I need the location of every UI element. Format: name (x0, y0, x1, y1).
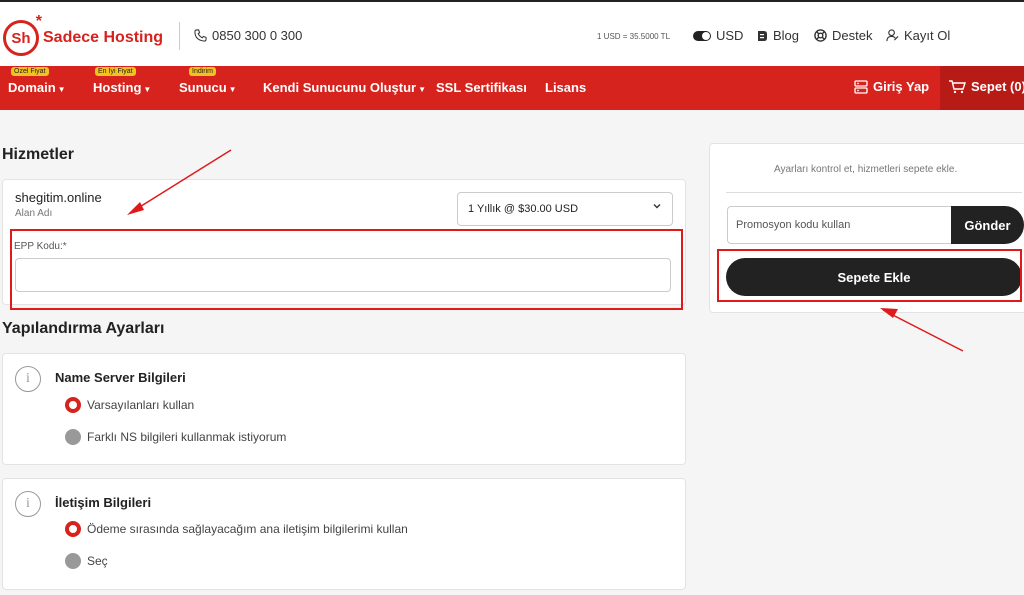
cart-label: Sepet (0) (971, 79, 1024, 94)
nav-license[interactable]: Lisans (545, 80, 586, 95)
nav-custom-server[interactable]: Kendi Sunucunu Oluştur ▼ (263, 80, 426, 95)
radio-label: Seç (87, 554, 108, 568)
caret-down-icon: ▼ (57, 85, 66, 94)
cart-icon (949, 79, 966, 93)
brand-name: Sadece Hosting (43, 29, 164, 46)
nav-domain[interactable]: Domain ▼ (8, 80, 66, 95)
cart-link[interactable]: Sepet (0) (948, 79, 1024, 94)
support-link[interactable]: Destek (814, 28, 872, 43)
nav-hosting-label: Hosting (93, 80, 142, 95)
toggle-icon (693, 30, 711, 41)
nameserver-card: i Name Server Bilgileri Varsayılanları k… (2, 353, 686, 465)
top-header: Sh * Sadece Hosting 0850 300 0 300 1 USD… (0, 0, 1024, 66)
radio-unselected-icon (65, 429, 81, 445)
currency-label: USD (716, 28, 744, 43)
nav-sunucu-label: Sunucu (179, 80, 227, 95)
caret-down-icon: ▼ (143, 85, 152, 94)
radio-choose-contact[interactable]: Seç (65, 553, 108, 569)
phone-number: 0850 300 0 300 (212, 28, 303, 43)
nav-badge-domain: Özel Fiyat (11, 67, 49, 76)
info-icon: i (15, 366, 41, 392)
phone-icon (194, 29, 207, 42)
chevron-down-icon (652, 201, 662, 214)
billing-period-select[interactable]: 1 Yıllık @ $30.00 USD (457, 192, 673, 226)
register-link[interactable]: Kayıt Ol (886, 28, 950, 43)
nav-sunucu[interactable]: Sunucu ▼ (179, 80, 237, 95)
promo-code-input[interactable]: Promosyon kodu kullan (727, 206, 953, 244)
server-icon (854, 79, 868, 94)
domain-name: shegitim.online (15, 190, 102, 205)
promo-placeholder: Promosyon kodu kullan (736, 219, 851, 231)
radio-selected-icon (65, 397, 81, 413)
logo-mark: Sh * (3, 13, 42, 56)
login-link[interactable]: Giriş Yap (854, 79, 929, 94)
billing-period-value: 1 Yıllık @ $30.00 USD (468, 203, 579, 215)
nav-badge-sunucu: İndirim (189, 67, 217, 76)
register-label: Kayıt Ol (904, 28, 951, 43)
nav-domain-label: Domain (8, 80, 56, 95)
annotation-arrow-cart (882, 309, 964, 352)
radio-default-contact[interactable]: Ödeme sırasında sağlayacağım ana iletişi… (65, 521, 408, 537)
radio-label: Varsayılanları kullan (87, 398, 195, 412)
blog-icon (758, 30, 767, 41)
config-title: Yapılandırma Ayarları (2, 320, 165, 337)
asterisk-icon: * (35, 13, 42, 30)
user-icon (886, 29, 899, 42)
nav-hosting[interactable]: Hosting ▼ (93, 80, 151, 95)
annotation-box-cart (717, 249, 1022, 302)
send-promo-button[interactable]: Gönder (951, 206, 1024, 244)
radio-label: Farklı NS bilgileri kullanmak istiyorum (87, 430, 287, 444)
logo-abbr: Sh (11, 29, 31, 47)
divider (179, 22, 180, 50)
domain-type: Alan Adı (15, 208, 53, 219)
phone-link[interactable]: 0850 300 0 300 (194, 28, 302, 43)
exchange-rate: 1 USD = 35.5000 TL (597, 32, 671, 41)
divider (726, 192, 1022, 193)
login-label: Giriş Yap (873, 79, 930, 94)
radio-unselected-icon (65, 553, 81, 569)
contact-title: İletişim Bilgileri (55, 495, 152, 510)
logo[interactable]: Sh * Sadece Hosting (3, 13, 164, 56)
services-title: Hizmetler (2, 146, 75, 163)
radio-selected-icon (65, 521, 81, 537)
radio-default-ns[interactable]: Varsayılanları kullan (65, 397, 194, 413)
nav-badge-hosting: En İyi Fiyat (95, 67, 136, 76)
radio-custom-ns[interactable]: Farklı NS bilgileri kullanmak istiyorum (65, 429, 286, 445)
caret-down-icon: ▼ (228, 85, 237, 94)
support-label: Destek (832, 28, 873, 43)
contact-card: i İletişim Bilgileri Ödeme sırasında sağ… (2, 478, 686, 590)
main-nav: Domain ▼ Özel Fiyat Hosting ▼ En İyi Fiyat… (0, 66, 1024, 110)
nav-custom-server-label: Kendi Sunucunu Oluştur (263, 80, 417, 95)
blog-label: Blog (773, 28, 800, 43)
info-icon: i (15, 491, 41, 517)
lifebuoy-icon (814, 29, 827, 42)
currency-toggle[interactable]: USD (693, 28, 743, 43)
annotation-box-epp (10, 229, 683, 310)
caret-down-icon: ▼ (418, 85, 427, 94)
blog-link[interactable]: Blog (756, 28, 799, 43)
radio-label: Ödeme sırasında sağlayacağım ana iletişi… (87, 522, 408, 536)
nameserver-title: Name Server Bilgileri (55, 370, 186, 385)
nav-ssl[interactable]: SSL Sertifikası (436, 80, 527, 95)
summary-info-text: Ayarları kontrol et, hizmetleri sepete e… (774, 164, 958, 175)
